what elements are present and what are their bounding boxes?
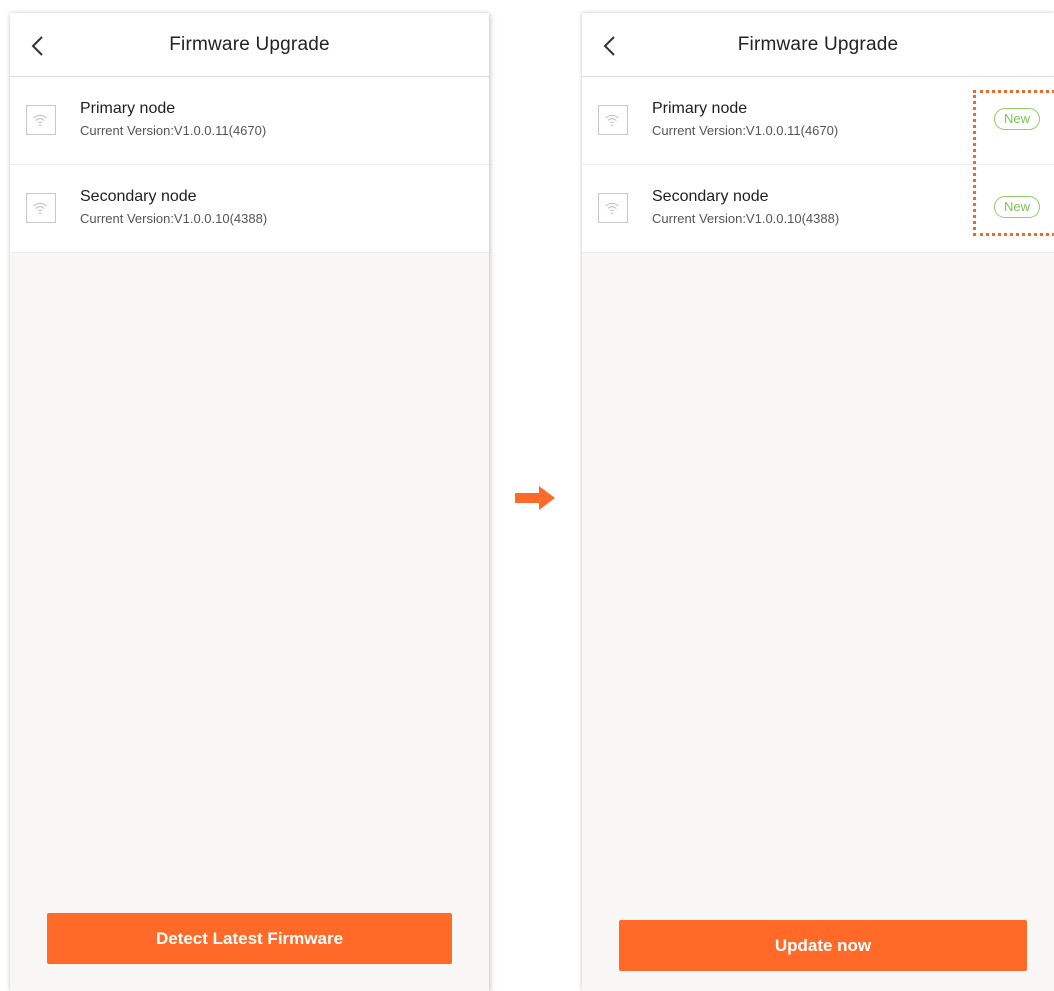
- node-name: Secondary node: [652, 188, 769, 205]
- detect-latest-firmware-button[interactable]: Detect Latest Firmware: [47, 913, 452, 964]
- wifi-icon: [598, 193, 628, 223]
- wifi-icon: [26, 105, 56, 135]
- header: Firmware Upgrade: [582, 13, 1054, 77]
- wifi-icon: [598, 105, 628, 135]
- node-item-primary[interactable]: Primary node Current Version:V1.0.0.11(4…: [10, 77, 489, 165]
- left-screen: Firmware Upgrade Primary node Current Ve…: [10, 13, 489, 991]
- wifi-icon: [26, 193, 56, 223]
- node-name: Primary node: [80, 100, 176, 117]
- node-version: Current Version:V1.0.0.10(4388): [652, 211, 840, 226]
- node-version: Current Version:V1.0.0.11(4670): [652, 123, 839, 138]
- node-version: Current Version:V1.0.0.11(4670): [80, 123, 267, 138]
- update-now-button[interactable]: Update now: [619, 920, 1027, 971]
- node-version: Current Version:V1.0.0.10(4388): [80, 211, 268, 226]
- header: Firmware Upgrade: [10, 13, 489, 77]
- page-title: Firmware Upgrade: [169, 34, 330, 55]
- highlight-box: [973, 90, 1054, 236]
- node-item-secondary[interactable]: Secondary node Current Version:V1.0.0.10…: [10, 165, 489, 253]
- page-title: Firmware Upgrade: [737, 34, 899, 55]
- node-name: Secondary node: [80, 188, 197, 205]
- arrow-right-icon: [515, 486, 555, 510]
- node-name: Primary node: [652, 100, 748, 117]
